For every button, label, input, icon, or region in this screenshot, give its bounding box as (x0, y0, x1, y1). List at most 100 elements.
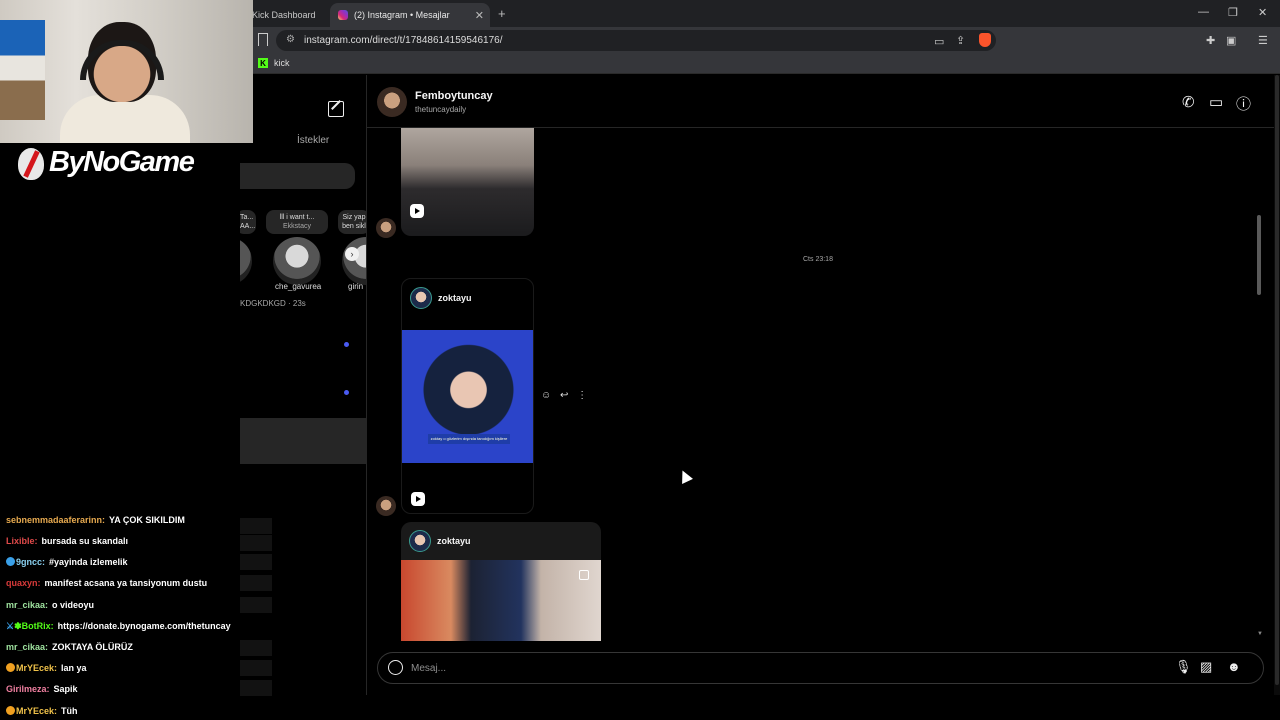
image-icon[interactable]: ▨ (1200, 659, 1212, 675)
emoji-icon[interactable] (388, 660, 403, 675)
message-thread: Cts 23:18 zoktayu zoktay o gözlerim dışı… (367, 128, 1263, 641)
chat-message: Lixible: bursada su skandalı (6, 536, 128, 546)
chat-text: bursada su skandalı (41, 536, 129, 546)
chat-text: YA ÇOK SIKILDIM (109, 515, 185, 525)
minimize-icon[interactable]: — (1198, 6, 1209, 18)
search-input[interactable] (240, 163, 355, 189)
chat-username: quaxyn: (6, 578, 41, 588)
chat-row-bg (240, 680, 272, 696)
note-bubble[interactable]: lll i want t... Ekkstacy (266, 210, 328, 234)
chat-message: quaxyn: manifest acsana ya tansiyonum dus… (6, 578, 207, 588)
shared-reel[interactable]: zoktayu zoktay o gözlerim dışında tanıdı… (401, 278, 534, 514)
wallet-icon[interactable]: ▣ (1226, 34, 1236, 47)
brave-shield-icon[interactable] (979, 33, 991, 47)
bookmark-kick[interactable]: K kick (258, 58, 290, 68)
scroll-down-icon[interactable]: ▼ (1257, 631, 1263, 637)
requests-tab[interactable]: İstekler (297, 135, 329, 146)
new-tab-icon[interactable]: + (498, 6, 506, 21)
avatar[interactable] (377, 87, 407, 117)
close-tab-icon[interactable]: ✕ (475, 9, 484, 22)
chat-text: Tüh (61, 706, 78, 716)
video-message[interactable] (401, 128, 534, 236)
thread-scrollbar[interactable]: ▼ (1257, 131, 1263, 637)
menu-icon[interactable]: ☰ (1258, 34, 1268, 47)
chat-message: MrYEcek: lan ya (6, 663, 87, 673)
message-input[interactable] (411, 660, 1151, 677)
streamer-body (60, 95, 190, 143)
chat-message: sebnemmadaaferarinn: YA ÇOK SIKILDIM (6, 515, 185, 525)
chat-text: Sapik (53, 684, 78, 694)
instagram-favicon-icon (338, 10, 348, 20)
story-avatar[interactable] (273, 237, 321, 285)
story-avatar[interactable] (240, 237, 252, 285)
bot-sword-icon: ⚔ (6, 621, 15, 631)
sticker-icon[interactable]: ☻ (1227, 659, 1241, 674)
avatar (410, 287, 432, 309)
play-icon (411, 492, 425, 506)
scroll-thumb[interactable] (1275, 75, 1279, 685)
reel-author[interactable]: zoktayu (437, 536, 471, 546)
note-bubble[interactable]: Siz yap ben sikl (338, 210, 366, 234)
chat-username: sebnemmadaaferarinn: (6, 515, 106, 525)
conversation-preview: KDGKDKGD · 23s (240, 299, 306, 308)
share-icon[interactable]: ⇪ (956, 34, 965, 47)
bynogame-logo-icon (18, 148, 44, 180)
play-icon (410, 204, 424, 218)
unread-dot (344, 342, 349, 347)
chat-username: MrYEcek: (16, 663, 58, 673)
chat-username: Lixible: (6, 536, 38, 546)
story-name: girin (348, 282, 364, 291)
restore-icon[interactable]: ❐ (1228, 6, 1238, 19)
contact-name[interactable]: Femboytuncay (415, 90, 493, 102)
url-field[interactable]: ⚙ instagram.com/direct/t/178486141595461… (276, 30, 996, 51)
chat-text: ZOKTAYA ÖLÜRÜZ (52, 642, 133, 652)
chat-username: Girilmeza: (6, 684, 50, 694)
cast-icon[interactable]: ▭ (934, 35, 944, 48)
reply-icon[interactable]: ↩ (560, 390, 568, 401)
chat-row-bg (240, 640, 272, 656)
story-name: che_gavurea (275, 282, 322, 291)
bot-badge-icon: ✽ (14, 621, 22, 631)
phone-call-icon[interactable]: ✆ (1182, 93, 1195, 111)
stream-chat-overlay: sebnemmadaaferarinn: YA ÇOK SIKILDIM Lixi… (0, 512, 272, 720)
more-options-icon[interactable]: ⋮ (577, 390, 587, 401)
tab-instagram-messages[interactable]: (2) Instagram • Mesajlar ✕ (330, 3, 490, 27)
conversation-item-selected[interactable] (240, 418, 366, 464)
scroll-thumb[interactable] (1257, 215, 1261, 295)
avatar (409, 530, 431, 552)
chat-message: MrYEcek: Tüh (6, 706, 78, 716)
story-avatar[interactable] (342, 237, 366, 285)
shared-reel[interactable]: zoktayu (401, 522, 601, 641)
tab-title: Kick Dashboard (252, 10, 316, 20)
note-subtext: Ekkstacy (282, 223, 311, 230)
chat-username: MrYEcek: (16, 706, 58, 716)
reel-caption: zoktay o gözlerim dışında tanıdığım kişi… (428, 434, 510, 444)
microphone-icon[interactable]: 🎙 (1175, 659, 1192, 675)
close-window-icon[interactable]: ✕ (1258, 6, 1267, 19)
chat-text: lan ya (61, 663, 87, 673)
message-timestamp: Cts 23:18 (803, 256, 833, 263)
new-message-icon[interactable] (328, 101, 344, 117)
url-text: instagram.com/direct/t/17848614159546176… (304, 35, 503, 46)
chat-username: mr_cikaa: (6, 600, 49, 610)
chat-row-bg (240, 535, 272, 551)
background-shelf (0, 20, 45, 120)
site-info-icon[interactable]: ⚙ (286, 34, 295, 45)
chat-row-bg (240, 554, 272, 570)
unread-dot (344, 390, 349, 395)
chevron-right-icon[interactable]: › (345, 247, 359, 261)
info-icon[interactable]: ⓘ (1236, 93, 1251, 114)
bookmark-icon[interactable] (258, 33, 268, 46)
reel-thumbnail: zoktay o gözlerim dışında tanıdığım kişi… (402, 330, 533, 463)
reel-author[interactable]: zoktayu (438, 293, 472, 303)
page-scrollbar[interactable] (1274, 75, 1280, 695)
tab-kick-dashboard[interactable]: Kick Dashboard (244, 3, 328, 27)
extensions-icon[interactable]: ✚ (1206, 34, 1215, 47)
badge-icon (6, 663, 15, 672)
note-text: Siz yap ben sikl (342, 214, 366, 230)
note-bubble[interactable]: Ta... AA... (240, 210, 256, 234)
chat-row-bg (240, 597, 272, 613)
chat-text: o videoyu (52, 600, 95, 610)
video-call-icon[interactable]: ▭ (1209, 93, 1223, 111)
react-emoji-icon[interactable]: ☺ (541, 390, 551, 401)
